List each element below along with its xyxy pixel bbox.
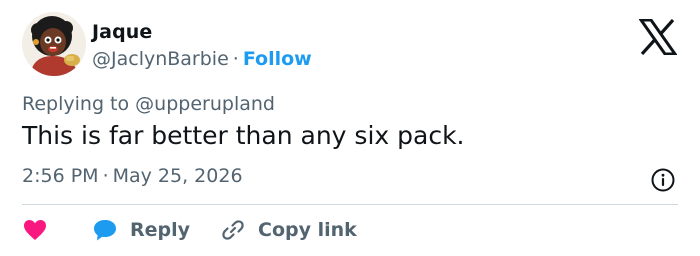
handle-row: @JaclynBarbie · Follow <box>92 48 312 70</box>
reply-button[interactable]: Reply <box>92 218 190 242</box>
copy-link-button[interactable]: Copy link <box>220 218 357 242</box>
like-button[interactable] <box>22 218 92 242</box>
tweet-text: This is far better than any six pack. <box>22 121 465 150</box>
tweet-time[interactable]: 2:56 PM <box>22 165 99 187</box>
info-icon[interactable] <box>650 167 676 193</box>
x-logo-icon[interactable] <box>638 18 678 56</box>
tweet-timestamp[interactable]: 2:56 PM · May 25, 2026 <box>22 165 243 187</box>
separator-dot: · <box>102 165 109 187</box>
separator-dot: · <box>232 48 239 70</box>
link-icon <box>222 220 244 240</box>
reply-mention[interactable]: @upperupland <box>135 93 275 115</box>
reply-context: Replying to @upperupland <box>22 93 275 115</box>
avatar[interactable] <box>22 12 86 76</box>
display-name[interactable]: Jaque <box>92 21 152 43</box>
reply-prefix: Replying to <box>22 93 130 115</box>
reply-bubble-icon <box>94 220 116 241</box>
heart-icon <box>24 220 46 240</box>
tweet-date[interactable]: May 25, 2026 <box>113 165 243 187</box>
follow-button[interactable]: Follow <box>243 48 312 70</box>
action-bar: Reply Copy link <box>22 213 357 247</box>
reply-label: Reply <box>130 219 191 241</box>
user-handle[interactable]: @JaclynBarbie <box>92 48 229 70</box>
avatar-illustration <box>22 12 86 76</box>
copy-link-label: Copy link <box>258 219 357 241</box>
divider <box>22 204 678 205</box>
